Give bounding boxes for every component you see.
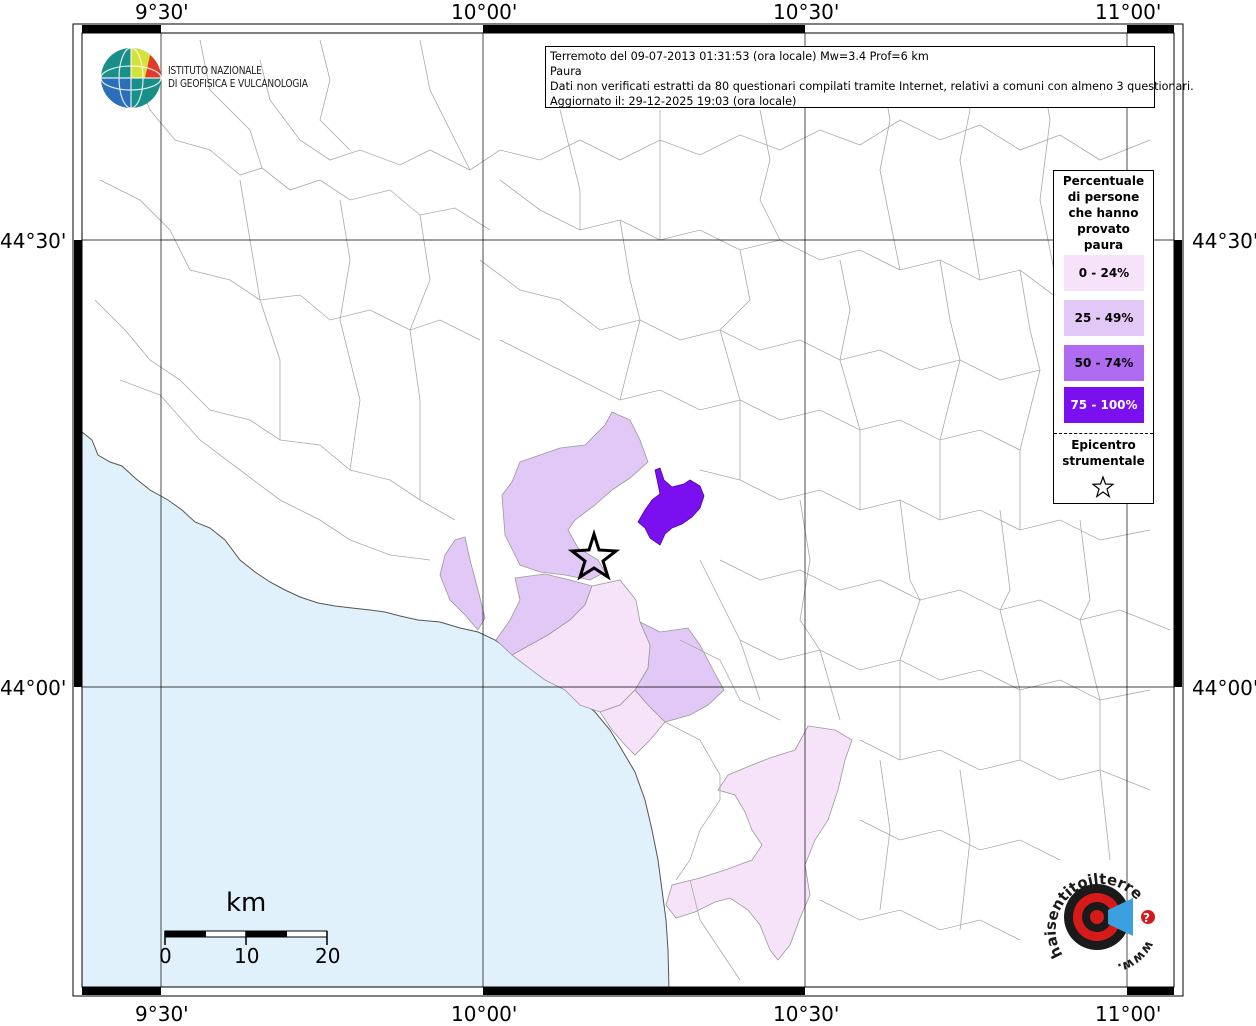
legend-separator xyxy=(1054,433,1153,434)
data-disclaimer: Dati non verificati estratti da 80 quest… xyxy=(550,80,1194,93)
badge-question-mark: ? xyxy=(1143,911,1150,925)
scale-tick-10: 10 xyxy=(234,944,260,968)
scale-tick-20: 20 xyxy=(315,944,341,968)
badge-site-name: haisentitoilterremoto.it xyxy=(1040,860,1146,961)
legend-box: Percentuale di persone che hanno provato… xyxy=(1053,170,1154,504)
event-info-box: Terremoto del 09-07-2013 01:31:53 (ora l… xyxy=(545,46,1194,108)
scale-unit-label: km xyxy=(226,888,267,918)
legend-class-50-74: 50 - 74% xyxy=(1064,345,1144,381)
legend-epicenter-label: Epicentro strumentale xyxy=(1062,438,1145,468)
event-title: Terremoto del 09-07-2013 01:31:53 (ora l… xyxy=(550,50,929,63)
legend-title: Percentuale di persone che hanno provato… xyxy=(1062,174,1145,252)
legend-class-75-100: 75 - 100% xyxy=(1064,387,1144,423)
logo-line-2: DI GEOFISICA E VULCANOLOGIA xyxy=(168,77,308,90)
map-subject: Paura xyxy=(550,65,582,78)
svg-text:www.: www. xyxy=(1116,938,1157,970)
legend-class-25-49: 25 - 49% xyxy=(1064,300,1144,336)
legend-class-0-24: 0 - 24% xyxy=(1064,255,1144,291)
legend-star-icon xyxy=(1091,475,1115,499)
ingv-logo-text: ISTITUTO NAZIONALE DI GEOFISICA E VULCAN… xyxy=(168,64,308,90)
badge-prefix: www. xyxy=(1116,938,1157,970)
ingv-logo-globe-icon xyxy=(100,47,162,109)
scale-tick-0: 0 xyxy=(159,944,172,968)
update-timestamp: Aggiornato il: 29-12-2025 19:03 (ora loc… xyxy=(550,95,797,108)
hsit-badge-text: haisentitoilterremoto.it www. ? xyxy=(1040,860,1157,970)
svg-text:haisentitoilterremoto.it: haisentitoilterremoto.it xyxy=(1040,860,1146,961)
logo-line-1: ISTITUTO NAZIONALE xyxy=(168,64,262,77)
